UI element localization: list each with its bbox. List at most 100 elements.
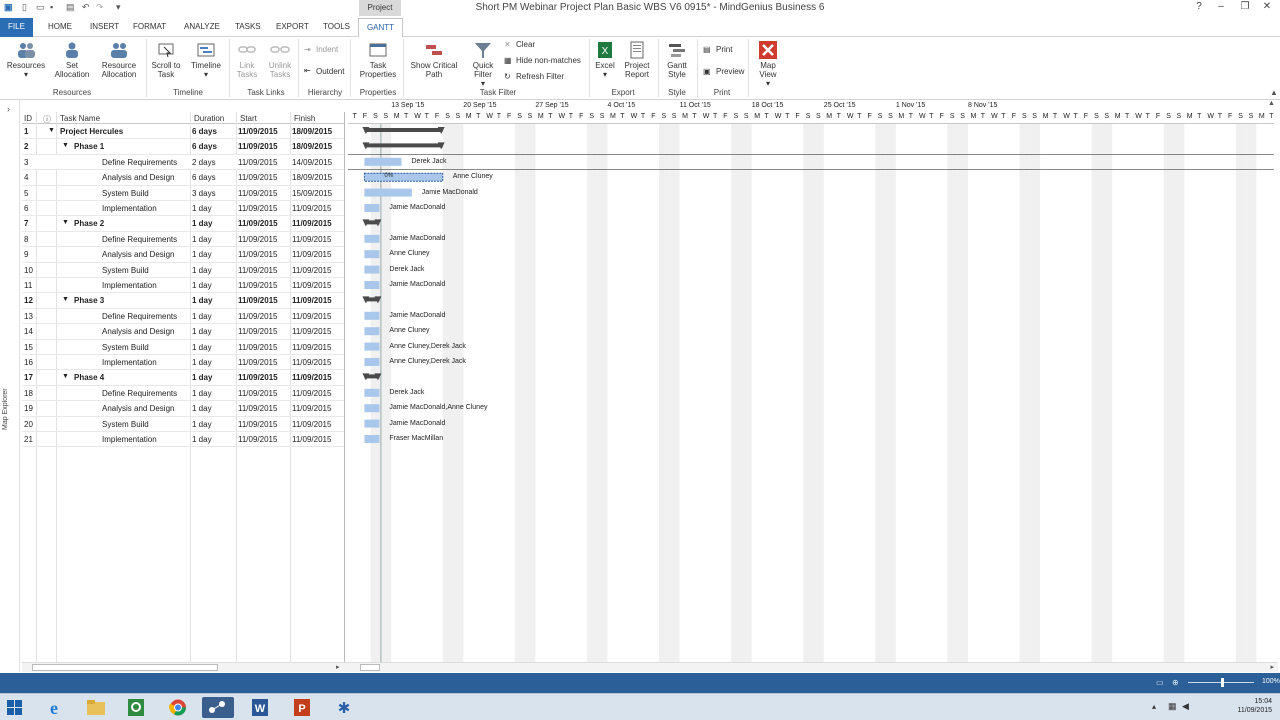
task-start[interactable]: 11/09/2015 [238, 173, 277, 182]
task-start[interactable]: 11/09/2015 [238, 127, 278, 136]
task-name[interactable]: Analysis and Design [102, 250, 174, 259]
column-header-start[interactable]: Start [240, 114, 257, 123]
task-finish[interactable]: 11/09/2015 [292, 281, 331, 290]
table-row[interactable]: 16 Implementation 1 day 11/09/2015 11/09/201… [22, 355, 344, 371]
table-row[interactable]: 5 System Build 3 days 11/09/2015 15/09/2015 [22, 186, 344, 201]
task-finish[interactable]: 18/09/2015 [292, 142, 332, 151]
task-name[interactable]: Analysis and Design [102, 173, 174, 182]
task-start[interactable]: 11/09/2015 [238, 358, 277, 367]
powerpoint-icon[interactable]: P [290, 697, 314, 718]
task-duration[interactable]: 6 days [192, 173, 216, 182]
task-start[interactable]: 11/09/2015 [238, 235, 277, 244]
table-row[interactable]: 7 ▼ Phase 2 1 day 11/09/2015 11/09/2015 [22, 216, 344, 232]
redo-icon[interactable]: ↷ [96, 2, 104, 13]
undo-icon[interactable]: ↶ [82, 2, 90, 13]
tab-analyze[interactable]: ANALYZE [184, 22, 220, 31]
task-start[interactable]: 11/09/2015 [238, 219, 278, 228]
task-bar[interactable] [364, 281, 380, 289]
map-view-button[interactable]: Map View ▾ [752, 41, 784, 88]
indent-button[interactable]: Indent [316, 45, 338, 54]
task-name[interactable]: System Build [102, 420, 149, 429]
task-start[interactable]: 11/09/2015 [238, 389, 277, 398]
snowflake-app-icon[interactable]: ✱ [332, 697, 356, 718]
task-name[interactable]: Phase 1 [74, 142, 104, 151]
show-critical-path-button[interactable]: Show Critical Path [408, 41, 460, 79]
task-start[interactable]: 11/09/2015 [238, 266, 277, 275]
gantt-scroll-up-icon[interactable]: ▲ [1268, 100, 1275, 107]
task-properties-button[interactable]: Task Properties [356, 41, 400, 79]
task-name[interactable]: Phase 3 [74, 296, 104, 305]
open-icon[interactable]: ▭ [36, 2, 45, 13]
task-duration[interactable]: 1 day [192, 358, 212, 367]
gantt-scroll-right-icon[interactable]: ▸ [1270, 663, 1274, 671]
scroll-to-task-button[interactable]: Scroll to Task [148, 41, 184, 79]
task-start[interactable]: 11/09/2015 [238, 204, 277, 213]
customize-qa-icon[interactable]: ▾ [116, 2, 121, 13]
task-duration[interactable]: 2 days [192, 158, 216, 167]
tab-format[interactable]: FORMAT [133, 22, 166, 31]
close-window-icon[interactable]: ✕ [1258, 1, 1276, 15]
hide-non-matches-button[interactable]: Hide non-matches [516, 56, 581, 65]
system-clock[interactable]: 15:04 11/09/2015 [1237, 697, 1272, 715]
help-icon[interactable]: ? [1190, 1, 1208, 15]
task-finish[interactable]: 11/09/2015 [292, 219, 332, 228]
tab-tasks[interactable]: TASKS [235, 22, 261, 31]
table-row[interactable]: 18 Define Requirements 1 day 11/09/2015 11/0… [22, 386, 344, 402]
task-duration[interactable]: 1 day [192, 389, 212, 398]
link-tasks-button[interactable]: Link Tasks [231, 41, 263, 79]
chrome-icon[interactable] [166, 697, 190, 718]
mindgenius-app-icon[interactable] [124, 697, 148, 718]
task-name[interactable]: Phase 2 [74, 219, 104, 228]
volume-icon[interactable]: ◀ [1182, 701, 1189, 712]
task-finish[interactable]: 18/09/2015 [292, 127, 332, 136]
task-bar[interactable] [364, 419, 380, 428]
task-duration[interactable]: 1 day [192, 235, 212, 244]
task-start[interactable]: 11/09/2015 [238, 142, 278, 151]
table-row[interactable]: 1 ▼ Project Hercules 6 days 11/09/2015 18/09/… [22, 124, 344, 140]
task-start[interactable]: 11/09/2015 [238, 404, 277, 413]
zoom-slider-thumb[interactable] [1221, 678, 1224, 687]
task-name[interactable]: Analysis and Design [102, 404, 174, 413]
grid-splitter[interactable] [344, 112, 345, 662]
collapse-toggle-icon[interactable]: ▼ [62, 373, 69, 380]
task-finish[interactable]: 11/09/2015 [292, 312, 331, 321]
task-bar[interactable] [364, 157, 402, 166]
table-row[interactable]: 6 Implementation 1 day 11/09/2015 11/09/2015 [22, 201, 344, 217]
timeline-button[interactable]: Timeline ▾ [186, 41, 226, 79]
summary-bar[interactable] [364, 128, 443, 132]
task-start[interactable]: 11/09/2015 [238, 435, 277, 444]
task-duration[interactable]: 1 day [192, 327, 212, 336]
collapse-toggle-icon[interactable]: ▼ [62, 142, 69, 149]
print-button[interactable]: Print [716, 45, 732, 54]
table-row[interactable]: 4 Analysis and Design 6 days 11/09/2015 18/0… [22, 170, 344, 186]
task-start[interactable]: 11/09/2015 [238, 420, 277, 429]
collapse-toggle-icon[interactable]: ▼ [62, 296, 69, 303]
column-header-id[interactable]: ID [24, 114, 32, 123]
tab-tools[interactable]: TOOLS [323, 22, 350, 31]
table-row[interactable]: 15 System Build 1 day 11/09/2015 11/09/2015 [22, 340, 344, 355]
task-bar[interactable] [364, 404, 380, 413]
task-duration[interactable]: 1 day [192, 373, 212, 382]
resources-button[interactable]: Resources ▾ [4, 41, 48, 79]
task-start[interactable]: 11/09/2015 [238, 296, 278, 305]
collapse-ribbon-icon[interactable]: ▲ [1270, 88, 1278, 97]
column-header-task-name[interactable]: Task Name [60, 114, 100, 123]
task-name[interactable]: Define Requirements [102, 312, 177, 321]
grid-scroll-thumb[interactable] [32, 664, 218, 671]
task-duration[interactable]: 6 days [192, 127, 217, 136]
summary-bar[interactable] [364, 143, 443, 148]
task-name[interactable]: Project Hercules [60, 127, 123, 136]
task-start[interactable]: 11/09/2015 [238, 281, 277, 290]
task-start[interactable]: 11/09/2015 [238, 327, 277, 336]
table-row[interactable]: 8 Define Requirements 1 day 11/09/2015 11/09… [22, 232, 344, 248]
restore-icon[interactable]: ❐ [1236, 1, 1254, 15]
file-explorer-icon[interactable] [84, 697, 108, 718]
internet-explorer-icon[interactable]: e [42, 697, 66, 718]
project-report-button[interactable]: Project Report [620, 41, 654, 79]
view-normal-icon[interactable]: ▭ [1156, 678, 1164, 687]
task-finish[interactable]: 11/09/2015 [292, 389, 331, 398]
gantt-chart[interactable]: 13 Sep '15 20 Sep '15 27 Sep '15 4 Oct '15 1… [348, 100, 1274, 662]
clear-filter-button[interactable]: Clear [516, 40, 535, 49]
tab-file[interactable]: FILE [0, 18, 33, 37]
excel-export-button[interactable]: X Excel ▾ [592, 41, 618, 79]
